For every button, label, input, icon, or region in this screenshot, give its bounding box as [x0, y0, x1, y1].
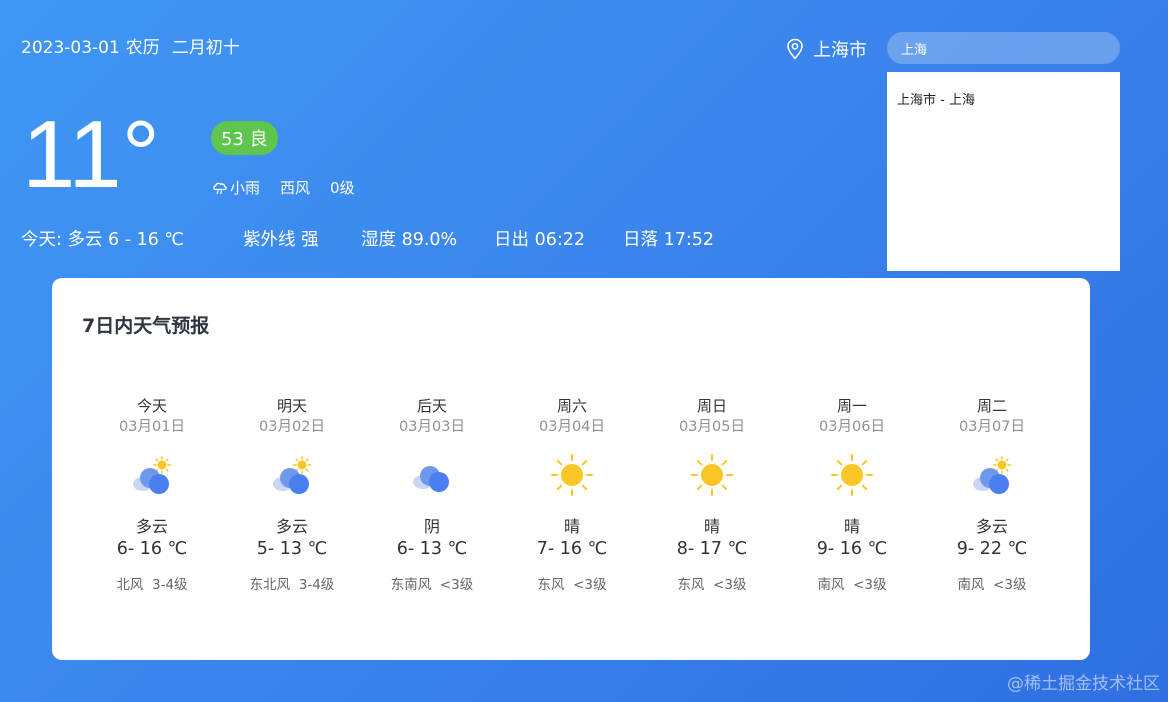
current-condition-line: 小雨 西风 0级 — [212, 177, 355, 198]
wind-level: 0级 — [330, 179, 355, 197]
city-search[interactable] — [887, 32, 1120, 64]
forecast-day: 周六 03月04日晴 7- 16 ℃ 东风 <3级 — [502, 395, 642, 593]
current-date: 2023-03-01 — [21, 38, 120, 58]
current-condition: 小雨 — [230, 179, 261, 197]
location-pin-icon — [787, 38, 803, 60]
day-condition: 晴 — [703, 517, 720, 536]
forecast-days: 今天 03月01日 多云 6- 16 ℃ 北风 3-4级 明天 03月02日 多云 5- 13 … — [82, 395, 1062, 593]
cloudy-sun-icon — [133, 455, 172, 494]
day-wind: 东北风 3-4级 — [249, 577, 335, 593]
forecast-day: 周一 03月06日晴 9- 16 ℃ 南风 <3级 — [782, 395, 922, 593]
day-wind: 南风 <3级 — [957, 577, 1027, 593]
day-condition: 多云 — [135, 517, 168, 536]
sunset-time: 日落 17:52 — [623, 230, 714, 250]
uv-index: 紫外线 强 — [243, 230, 319, 250]
watermark: @稀土掘金技术社区 — [1007, 674, 1160, 694]
cloudy-sun-icon — [973, 455, 1012, 494]
day-condition: 阴 — [423, 517, 440, 536]
day-condition: 晴 — [563, 517, 580, 536]
day-name: 明天 — [276, 397, 307, 415]
day-date: 03月03日 — [399, 419, 465, 435]
forecast-day: 周日 03月05日晴 8- 17 ℃ 东风 <3级 — [642, 395, 782, 593]
sun-icon — [831, 454, 873, 496]
day-name: 周六 — [556, 397, 587, 415]
day-name: 后天 — [416, 397, 447, 415]
day-temperature-range: 5- 13 ℃ — [256, 539, 328, 559]
today-stats: 今天: 多云 6 - 16 ℃ 紫外线 强 湿度 89.0% 日出 06:22 … — [21, 226, 714, 251]
sun-icon — [551, 454, 593, 496]
day-name: 今天 — [136, 397, 167, 415]
lunar-date: 二月初十 — [171, 38, 240, 58]
day-condition: 多云 — [275, 517, 308, 536]
forecast-day: 明天 03月02日 多云 5- 13 ℃ 东北风 3-4级 — [222, 395, 362, 593]
humidity: 湿度 89.0% — [361, 230, 458, 250]
cloudy-sun-icon — [273, 455, 312, 494]
day-date: 03月02日 — [259, 419, 325, 435]
day-date: 03月05日 — [679, 419, 745, 435]
day-temperature-range: 6- 13 ℃ — [396, 539, 468, 559]
day-wind: 南风 <3级 — [817, 577, 887, 593]
overcast-icon — [413, 466, 449, 492]
day-name: 周一 — [836, 397, 867, 415]
sunrise-time: 日出 06:22 — [494, 230, 585, 250]
day-temperature-range: 6- 16 ℃ — [116, 539, 188, 559]
day-date: 03月01日 — [119, 419, 185, 435]
sun-icon — [691, 454, 733, 496]
today-summary: 今天: 多云 6 - 16 ℃ — [21, 230, 185, 250]
day-date: 03月06日 — [819, 419, 885, 435]
day-wind: 北风 3-4级 — [116, 577, 188, 593]
wind-direction: 西风 — [280, 179, 311, 197]
day-condition: 多云 — [975, 517, 1008, 536]
aqi-badge: 53 良 — [211, 121, 278, 155]
day-wind: 东风 <3级 — [677, 577, 747, 593]
search-result-item[interactable]: 上海市 - 上海 — [897, 89, 1110, 108]
location-name: 上海市 — [813, 40, 867, 61]
day-temperature-range: 9- 22 ℃ — [956, 539, 1028, 559]
search-dropdown: 上海市 - 上海 — [887, 72, 1120, 271]
day-name: 周日 — [696, 397, 727, 415]
day-condition: 晴 — [843, 517, 860, 536]
current-temperature: 11° — [22, 101, 161, 208]
day-wind: 东南风 <3级 — [390, 577, 474, 593]
day-wind: 东风 <3级 — [537, 577, 607, 593]
day-name: 周二 — [976, 397, 1007, 415]
forecast-card: 7日内天气预报 今天 03月01日 多云 6- 16 ℃ 北风 3-4级 明天 03月02日… — [52, 278, 1090, 660]
forecast-title: 7日内天气预报 — [82, 315, 210, 337]
forecast-day: 周二 03月07日 多云 9- 22 ℃ 南风 <3级 — [922, 395, 1062, 593]
lunar-label: 农历 — [125, 38, 160, 58]
day-temperature-range: 7- 16 ℃ — [536, 539, 608, 559]
rain-icon — [213, 182, 227, 194]
location[interactable]: 上海市 — [786, 36, 867, 62]
forecast-day: 今天 03月01日 多云 6- 16 ℃ 北风 3-4级 — [82, 395, 222, 593]
forecast-day: 后天 03月03日阴 6- 13 ℃ 东南风 <3级 — [362, 395, 502, 593]
date-line: 2023-03-01 农历 二月初十 — [21, 33, 246, 58]
day-temperature-range: 8- 17 ℃ — [676, 539, 748, 559]
day-temperature-range: 9- 16 ℃ — [816, 539, 888, 559]
day-date: 03月04日 — [539, 419, 605, 435]
day-date: 03月07日 — [959, 419, 1025, 435]
search-input[interactable] — [899, 39, 1108, 57]
